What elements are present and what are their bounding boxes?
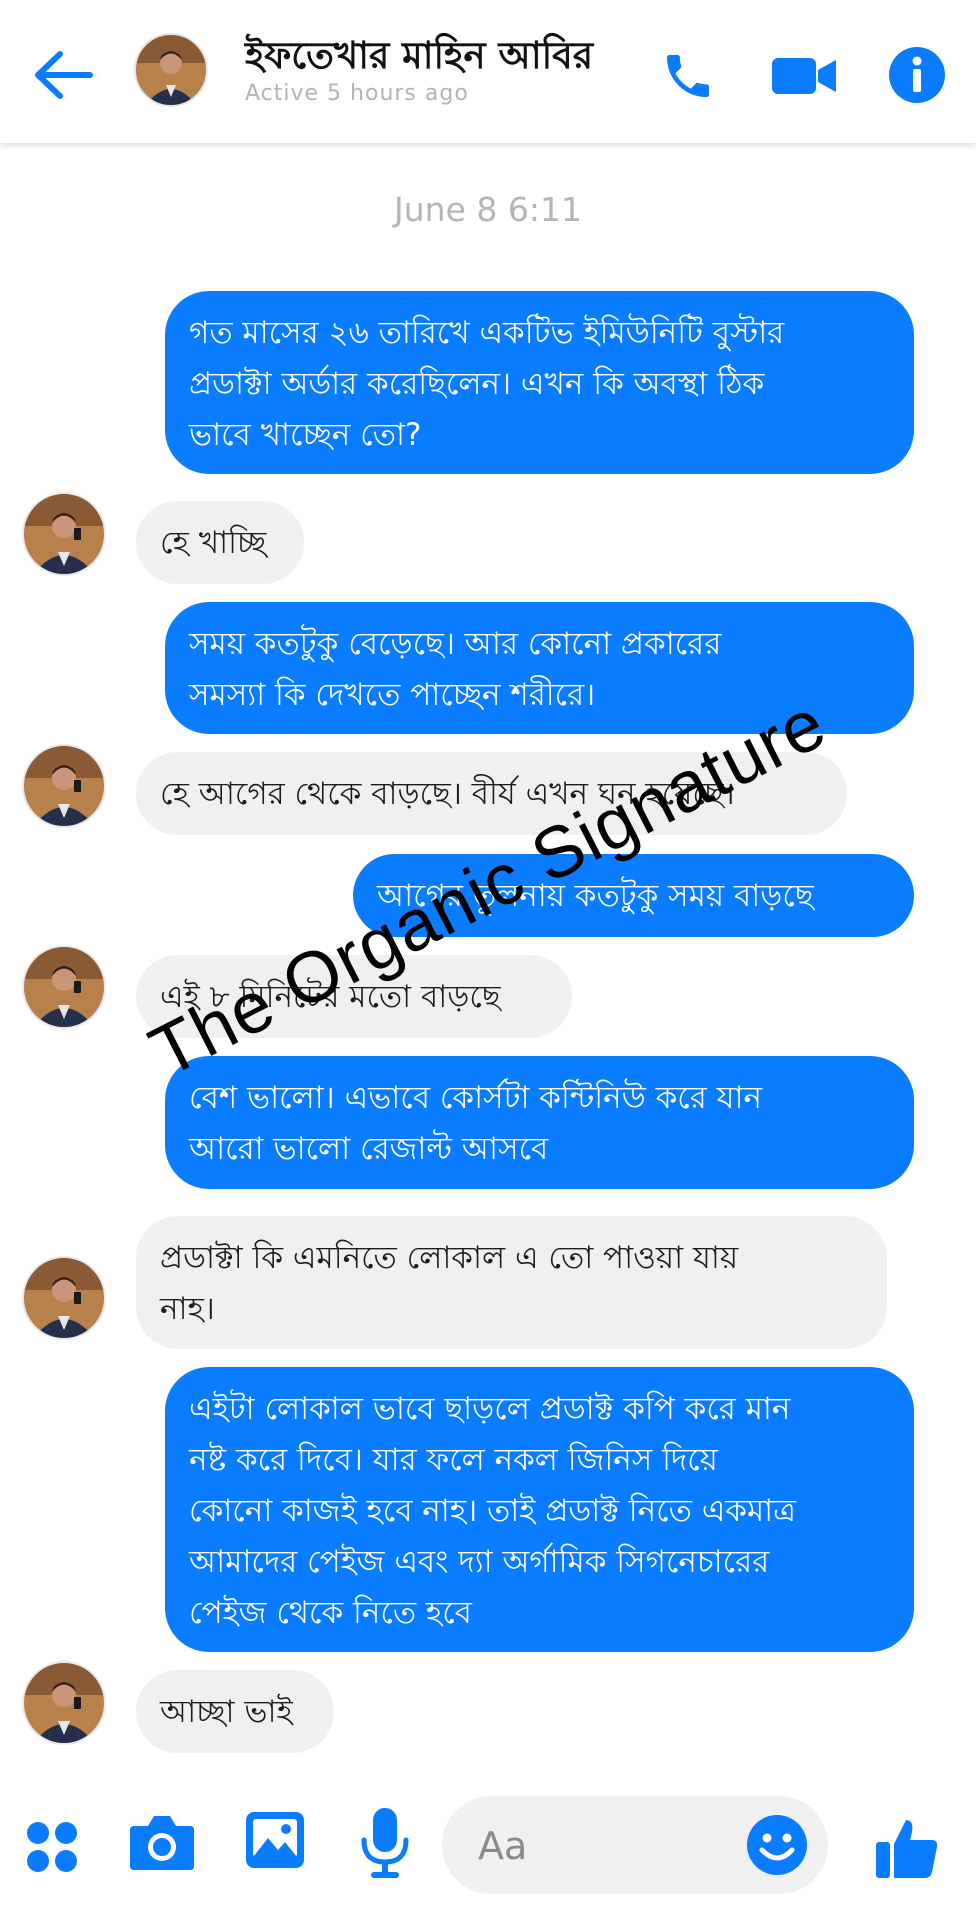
incoming-message[interactable]: প্রডাক্টা কি এমনিতে লোকাল এ তো পাওয়া যা… bbox=[136, 1216, 887, 1349]
gallery-icon[interactable] bbox=[244, 1810, 306, 1870]
contact-avatar[interactable] bbox=[134, 33, 208, 107]
contact-avatar[interactable] bbox=[22, 945, 106, 1029]
contact-avatar[interactable] bbox=[22, 492, 106, 576]
active-status: Active 5 hours ago bbox=[245, 81, 469, 106]
thumbs-up-icon[interactable] bbox=[874, 1814, 940, 1880]
emoji-icon[interactable] bbox=[746, 1814, 808, 1876]
input-placeholder: Aa bbox=[478, 1824, 528, 1868]
outgoing-message[interactable]: বেশ ভালো। এভাবে কোর্সটা কন্টিনিউ করে যান… bbox=[165, 1056, 914, 1189]
info-icon[interactable] bbox=[888, 46, 946, 104]
back-arrow-icon[interactable] bbox=[32, 48, 94, 102]
phone-icon[interactable] bbox=[660, 48, 716, 104]
menu-dots-icon[interactable] bbox=[25, 1820, 79, 1874]
outgoing-message[interactable]: সময় কতটুকু বেড়েছে। আর কোনো প্রকারের সম… bbox=[165, 602, 914, 734]
contact-avatar[interactable] bbox=[22, 744, 106, 828]
microphone-icon[interactable] bbox=[358, 1806, 412, 1880]
incoming-message[interactable]: আচ্ছা ভাই bbox=[136, 1670, 334, 1753]
message-timestamp: June 8 6:11 bbox=[394, 190, 582, 229]
message-input[interactable]: Aa bbox=[442, 1796, 828, 1894]
contact-avatar[interactable] bbox=[22, 1661, 106, 1745]
conversation-header: ইফতেখার মাহিন আবির Active 5 hours ago bbox=[0, 0, 976, 143]
outgoing-message[interactable]: এইটা লোকাল ভাবে ছাড়লে প্রডাক্ট কপি করে … bbox=[165, 1367, 914, 1652]
incoming-message[interactable]: হে আগের থেকে বাড়ছে। বীর্য এখন ঘন হয়েছে… bbox=[136, 752, 847, 835]
outgoing-message[interactable]: আগের তুলনায় কতটুকু সময় বাড়ছে bbox=[353, 854, 914, 937]
video-camera-icon[interactable] bbox=[772, 52, 836, 100]
contact-name[interactable]: ইফতেখার মাহিন আবির bbox=[245, 26, 593, 89]
incoming-message[interactable]: এই ৮ মিনিটের মতো বাড়ছে bbox=[136, 955, 572, 1038]
contact-avatar[interactable] bbox=[22, 1256, 106, 1340]
camera-icon[interactable] bbox=[128, 1812, 196, 1872]
incoming-message[interactable]: হে খাচ্ছি bbox=[136, 501, 304, 584]
outgoing-message[interactable]: গত মাসের ২৬ তারিখে একটিভ ইমিউনিটি বুস্টা… bbox=[165, 291, 914, 474]
